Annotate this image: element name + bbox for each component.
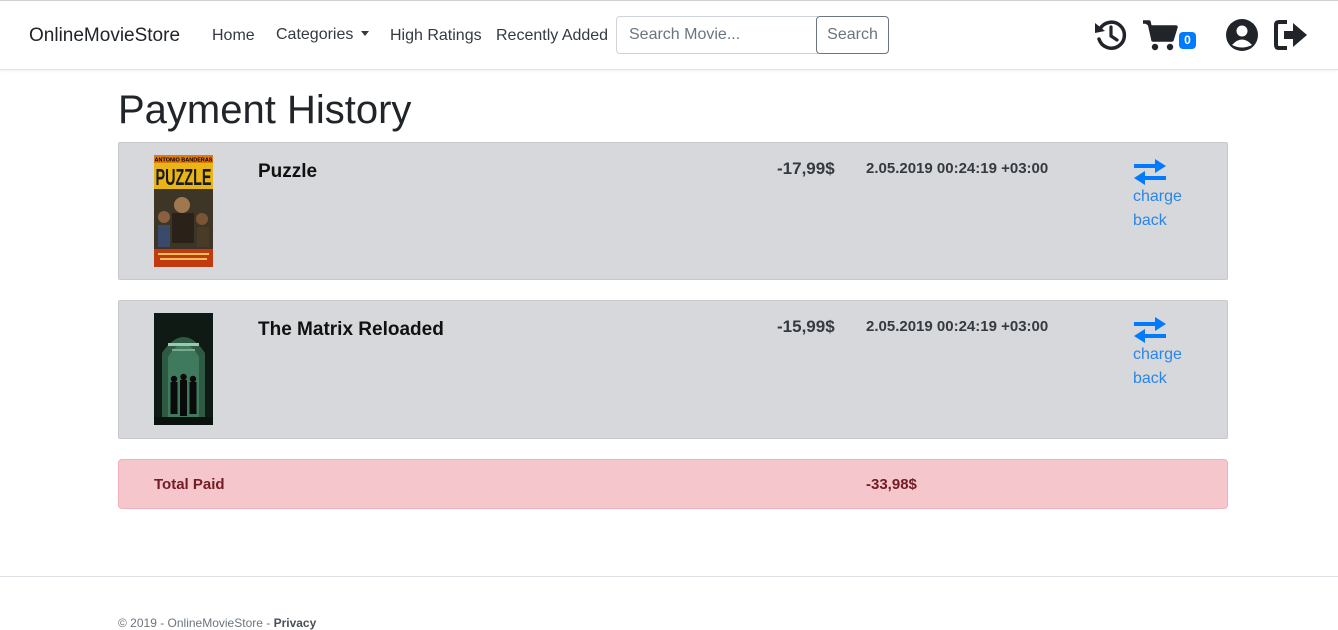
caret-down-icon [361, 31, 370, 36]
total-paid-label: Total Paid [154, 476, 225, 493]
movie-title: The Matrix Reloaded [258, 319, 444, 340]
nav-home[interactable]: Home [212, 27, 255, 45]
movie-poster [154, 313, 213, 425]
payment-date: 2.05.2019 00:24:19 +03:00 [866, 318, 1049, 335]
total-paid-value: -33,98$ [866, 476, 917, 493]
navbar: OnlineMovieStore Home Categories High Ra… [0, 0, 1338, 70]
page-title: Payment History [118, 88, 412, 132]
cart-icon[interactable] [1142, 17, 1178, 53]
search-input[interactable] [616, 16, 818, 54]
payment-price: -15,99$ [777, 317, 835, 336]
charge-back-link[interactable]: charge back [1133, 315, 1213, 391]
footer: © 2019 - OnlineMovieStore - Privacy [118, 616, 316, 630]
payment-item: The Matrix Reloaded -15,99$ 2.05.2019 00… [118, 300, 1228, 439]
logout-icon[interactable] [1273, 17, 1309, 53]
charge-back-link[interactable]: charge back [1133, 157, 1213, 233]
svg-text:PUZZLE: PUZZLE [156, 164, 212, 190]
total-paid-row: Total Paid -33,98$ [118, 459, 1228, 509]
exchange-icon [1134, 317, 1166, 343]
nav-categories-dropdown[interactable]: Categories [276, 26, 370, 44]
footer-copyright: © 2019 - OnlineMovieStore - [118, 616, 274, 630]
charge-back-label: charge back [1133, 346, 1182, 387]
search-button[interactable]: Search [816, 16, 889, 54]
payment-price: -17,99$ [777, 159, 835, 178]
nav-categories-label: Categories [276, 26, 354, 43]
history-icon[interactable] [1093, 17, 1129, 53]
exchange-icon [1134, 159, 1166, 185]
payment-item: ANTONIO BANDERAS PUZZLE Puzzle -17,99$ 2… [118, 142, 1228, 280]
user-icon[interactable] [1224, 17, 1260, 53]
cart-count-badge: 0 [1179, 32, 1196, 49]
footer-divider [0, 576, 1338, 577]
charge-back-label: charge back [1133, 188, 1182, 229]
poster-actor-text: ANTONIO BANDERAS [155, 158, 213, 164]
movie-title: Puzzle [258, 161, 318, 182]
payment-date: 2.05.2019 00:24:19 +03:00 [866, 160, 1049, 177]
brand-link[interactable]: OnlineMovieStore [29, 25, 180, 47]
nav-recently-added[interactable]: Recently Added [496, 27, 608, 45]
nav-high-ratings[interactable]: High Ratings [390, 27, 482, 45]
privacy-link[interactable]: Privacy [274, 616, 317, 630]
movie-poster: ANTONIO BANDERAS PUZZLE [154, 155, 213, 267]
